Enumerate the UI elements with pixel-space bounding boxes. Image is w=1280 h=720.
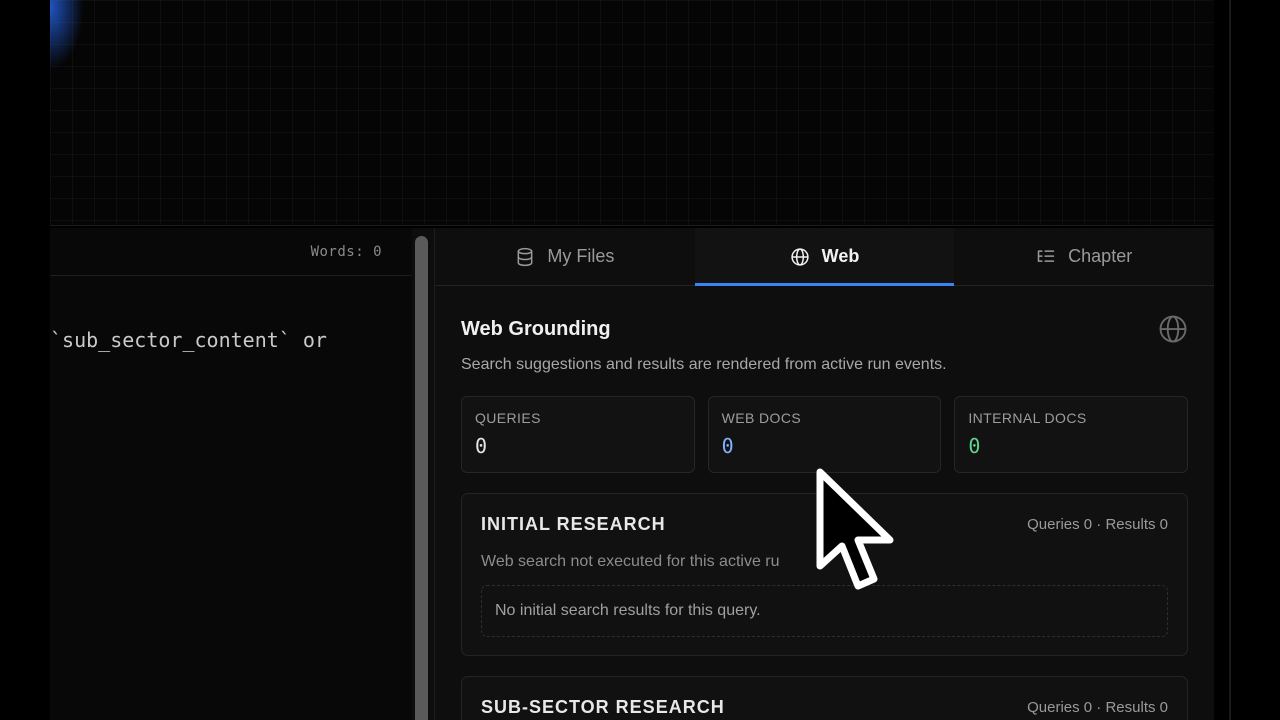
editor-text-line[interactable]: `sub_sector_content` or xyxy=(50,328,327,352)
section-title: INITIAL RESEARCH xyxy=(481,514,666,534)
section-header: SUB-SECTOR RESEARCH Queries 0 · Results … xyxy=(481,697,1168,718)
stat-label: INTERNAL DOCS xyxy=(968,410,1087,426)
word-count: Words: 0 xyxy=(310,243,382,260)
editor-scrollbar[interactable] xyxy=(412,228,434,720)
tab-web[interactable]: Web xyxy=(694,228,955,286)
stat-web-docs: WEB DOCS 0 xyxy=(707,396,942,473)
canvas-area xyxy=(50,0,1214,226)
section-header: INITIAL RESEARCH Queries 0 · Results 0 xyxy=(481,514,1168,535)
blue-glow-decoration xyxy=(50,0,84,70)
scrollbar-thumb[interactable] xyxy=(415,236,428,720)
panel-tabs: My Files Web Chapter xyxy=(435,228,1214,286)
empty-results-box: No initial search results for this query… xyxy=(481,585,1168,637)
editor-pane[interactable]: Words: 0 `sub_sector_content` or xyxy=(50,228,412,720)
tab-label: Web xyxy=(821,246,860,266)
stat-internal-docs: INTERNAL DOCS 0 xyxy=(954,396,1189,473)
editor-header: Words: 0 xyxy=(50,228,412,276)
panel-title: Web Grounding xyxy=(461,317,611,340)
tab-chapter[interactable]: Chapter xyxy=(954,228,1214,285)
stat-value: 0 xyxy=(721,434,734,458)
section-initial-research[interactable]: INITIAL RESEARCH Queries 0 · Results 0 W… xyxy=(461,493,1188,656)
tab-my-files[interactable]: My Files xyxy=(435,228,695,285)
section-meta: Queries 0 · Results 0 xyxy=(1027,699,1168,716)
research-panel: My Files Web Chapter Web Grounding Searc… xyxy=(434,228,1214,720)
list-tree-icon xyxy=(1037,249,1055,262)
stat-label: WEB DOCS xyxy=(721,410,802,426)
tab-label: Chapter xyxy=(1068,246,1133,266)
stat-value: 0 xyxy=(475,434,488,458)
globe-icon xyxy=(1159,315,1187,343)
stats-row: QUERIES 0 WEB DOCS 0 INTERNAL DOCS 0 xyxy=(461,396,1189,473)
panel-body: Web Grounding Search suggestions and res… xyxy=(435,314,1214,720)
tab-label: My Files xyxy=(547,246,615,266)
section-title: SUB-SECTOR RESEARCH xyxy=(481,697,725,717)
database-icon xyxy=(517,247,533,266)
title-row: Web Grounding xyxy=(461,314,1188,344)
globe-icon xyxy=(791,247,809,266)
stat-value: 0 xyxy=(968,434,981,458)
section-note: Web search not executed for this active … xyxy=(481,553,780,570)
stat-queries: QUERIES 0 xyxy=(461,396,695,473)
window-edge xyxy=(1229,0,1231,720)
section-sub-sector-research[interactable]: SUB-SECTOR RESEARCH Queries 0 · Results … xyxy=(461,676,1188,720)
panel-subtitle: Search suggestions and results are rende… xyxy=(461,356,947,373)
section-meta: Queries 0 · Results 0 xyxy=(1027,516,1168,533)
empty-results-text: No initial search results for this query… xyxy=(495,602,761,619)
stat-label: QUERIES xyxy=(475,410,541,426)
